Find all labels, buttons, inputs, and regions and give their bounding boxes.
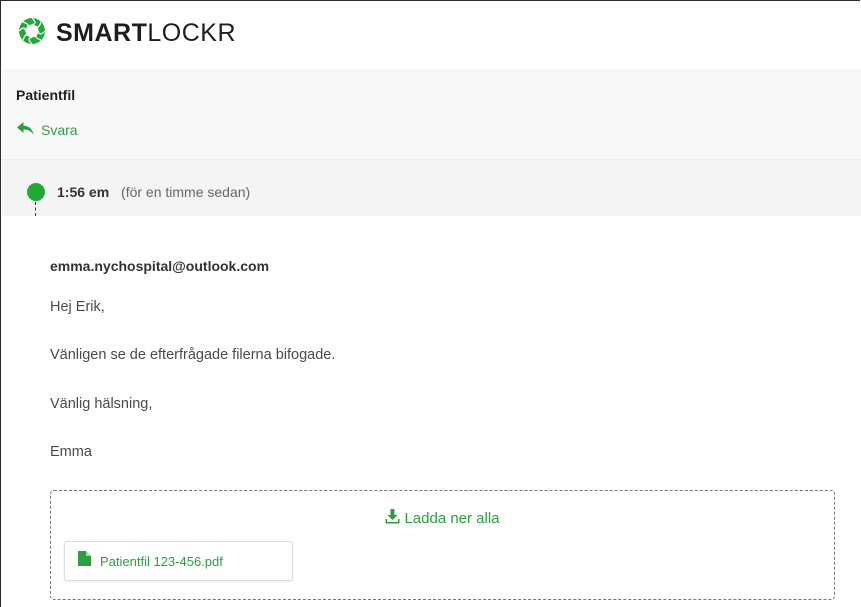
top-bar: SMARTLOCKR <box>1 1 861 69</box>
message-body-line: Vänligen se de efterfrågade filerna bifo… <box>50 347 336 363</box>
brand-name-bold: SMART <box>56 18 148 47</box>
message-timestamp: 1:56 em (för en timme sedan) <box>57 184 250 200</box>
message-body-line: Emma <box>50 444 92 460</box>
message-body-line: Hej Erik, <box>50 299 105 315</box>
message-time: 1:56 em <box>57 184 110 200</box>
message-relative-time: (för en timme sedan) <box>121 184 251 200</box>
smartlockr-ring-icon <box>18 17 46 50</box>
message-sender: emma.nychospital@outlook.com <box>50 258 270 274</box>
attachments-panel: Ladda ner alla Patientfil 123-456.pdf <box>50 490 835 600</box>
brand-name-light: LOCKR <box>147 18 237 47</box>
message-time-row: 1:56 em (för en timme sedan) <box>2 160 861 216</box>
reply-arrow-icon <box>17 122 41 138</box>
brand-name: SMARTLOCKR <box>56 19 236 48</box>
download-all-button[interactable]: Ladda ner alla <box>51 509 834 528</box>
download-icon <box>385 509 404 528</box>
brand-logo: SMARTLOCKR <box>18 17 236 50</box>
reply-label: Svara <box>41 122 78 138</box>
timeline-connector <box>35 202 36 216</box>
app-window: SMARTLOCKR Patientfil Svara 1:56 em (för… <box>0 0 861 607</box>
file-icon <box>65 551 100 571</box>
message-subject: Patientfil <box>16 87 76 103</box>
download-all-label: Ladda ner alla <box>404 510 500 527</box>
timeline-dot <box>27 183 45 201</box>
reply-button[interactable]: Svara <box>17 122 78 138</box>
attachment-file-name: Patientfil 123-456.pdf <box>100 553 223 569</box>
message-header: Patientfil Svara <box>2 69 861 160</box>
attachment-file[interactable]: Patientfil 123-456.pdf <box>64 541 293 581</box>
message-body-line: Vänlig hälsning, <box>50 396 153 412</box>
